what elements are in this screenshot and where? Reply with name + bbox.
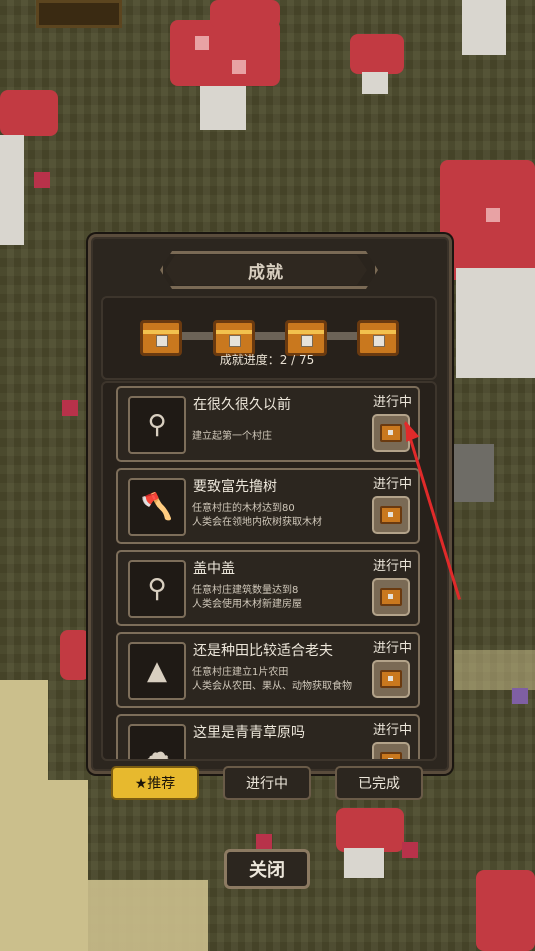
tree-stump xyxy=(36,0,122,28)
reward-chest-button[interactable] xyxy=(372,496,410,534)
mushroom-stem xyxy=(362,72,388,94)
red-flower xyxy=(256,834,272,850)
mushroom-cap xyxy=(170,20,280,86)
achievement-item[interactable]: ▲ 还是种田比较适合老夫 任意村庄建立1片农田 人类会从农田、果从、动物获取食物 … xyxy=(116,632,420,708)
tab-in-progress[interactable]: 进行中 xyxy=(223,766,311,800)
magnifier-icon: ⚲ xyxy=(128,560,186,618)
achievement-title: 在很久很久以前 xyxy=(193,397,291,413)
mushroom-cap xyxy=(336,808,404,852)
mushroom-stem xyxy=(456,268,535,378)
reward-chest-button[interactable] xyxy=(372,660,410,698)
reward-chest-button[interactable] xyxy=(372,742,410,759)
close-button[interactable]: 关闭 xyxy=(224,849,310,889)
achievement-status: 进行中 xyxy=(372,723,412,738)
reward-chest-button[interactable] xyxy=(372,578,410,616)
achievement-status: 进行中 xyxy=(372,477,412,492)
tab-completed[interactable]: 已完成 xyxy=(335,766,423,800)
red-flower xyxy=(62,400,78,416)
achievement-title: 要致富先撸树 xyxy=(193,479,277,495)
mushroom-cap xyxy=(350,34,404,74)
achievement-title: 还是种田比较适合老夫 xyxy=(193,643,333,659)
chest-icon xyxy=(380,424,402,442)
progress-track xyxy=(146,332,390,340)
progress-label: 成就进度：2 / 75 xyxy=(219,353,315,367)
achievement-desc: 建立起第一个村庄 xyxy=(192,431,272,442)
sand-patch xyxy=(48,780,88,951)
purple-flower xyxy=(512,688,528,704)
achievement-status: 进行中 xyxy=(372,559,412,574)
magnifier-icon: ⚲ xyxy=(128,396,186,454)
sand-patch xyxy=(88,880,208,951)
achievement-desc: 任意村庄建立1片农田 人类会从农田、果从、动物获取食物 xyxy=(192,667,352,692)
mushroom-stem xyxy=(344,848,384,878)
mushroom-cap xyxy=(476,870,535,951)
rock xyxy=(446,444,494,502)
axe-icon: 🪓 xyxy=(128,478,186,536)
achievement-title: 这里是青青草原吗 xyxy=(193,725,305,741)
achievement-desc: 任意村庄建筑数量达到8 人类会使用木材新建房屋 xyxy=(192,585,302,610)
mushroom-spot xyxy=(486,208,500,222)
achievement-item[interactable]: ⚲ 在很久很久以前 建立起第一个村庄 进行中 xyxy=(116,386,420,462)
achievement-title: 盖中盖 xyxy=(193,561,235,577)
achievement-status: 进行中 xyxy=(372,641,412,656)
sand-patch xyxy=(440,650,535,690)
farm-icon: ▲ xyxy=(128,642,186,700)
achievement-status: 进行中 xyxy=(372,395,412,410)
achievement-item[interactable]: ⚲ 盖中盖 任意村庄建筑数量达到8 人类会使用木材新建房屋 进行中 xyxy=(116,550,420,626)
chest-icon xyxy=(380,670,402,688)
mushroom-stem xyxy=(0,135,24,245)
chest-icon xyxy=(380,752,402,759)
mushroom-spot xyxy=(232,60,246,74)
mushroom-cap xyxy=(60,630,90,680)
mushroom-stem xyxy=(200,80,246,130)
sand-patch xyxy=(0,680,48,951)
mushroom-spot xyxy=(195,36,209,50)
red-flower xyxy=(402,842,418,858)
mushroom-cap xyxy=(0,90,58,136)
achievement-item[interactable]: 🪓 要致富先撸树 任意村庄的木材达到80 人类会在领地内砍树获取木材 进行中 xyxy=(116,468,420,544)
mushroom-cap xyxy=(210,0,280,28)
achievement-list[interactable]: ⚲ 在很久很久以前 建立起第一个村庄 进行中 🪓 要致富先撸树 任意村庄的木材达… xyxy=(101,381,437,761)
tab-recommended[interactable]: ★推荐 xyxy=(111,766,199,800)
dialog-title: 成就 xyxy=(165,255,367,285)
achievement-item[interactable]: ☁ 这里是青青草原吗 进行中 xyxy=(116,714,420,759)
sheep-icon: ☁ xyxy=(128,724,186,759)
mushroom-stem xyxy=(462,0,506,55)
achievement-desc: 任意村庄的木材达到80 人类会在领地内砍树获取木材 xyxy=(192,503,322,528)
red-flower xyxy=(34,172,50,188)
chest-icon xyxy=(380,588,402,606)
chest-icon xyxy=(380,506,402,524)
